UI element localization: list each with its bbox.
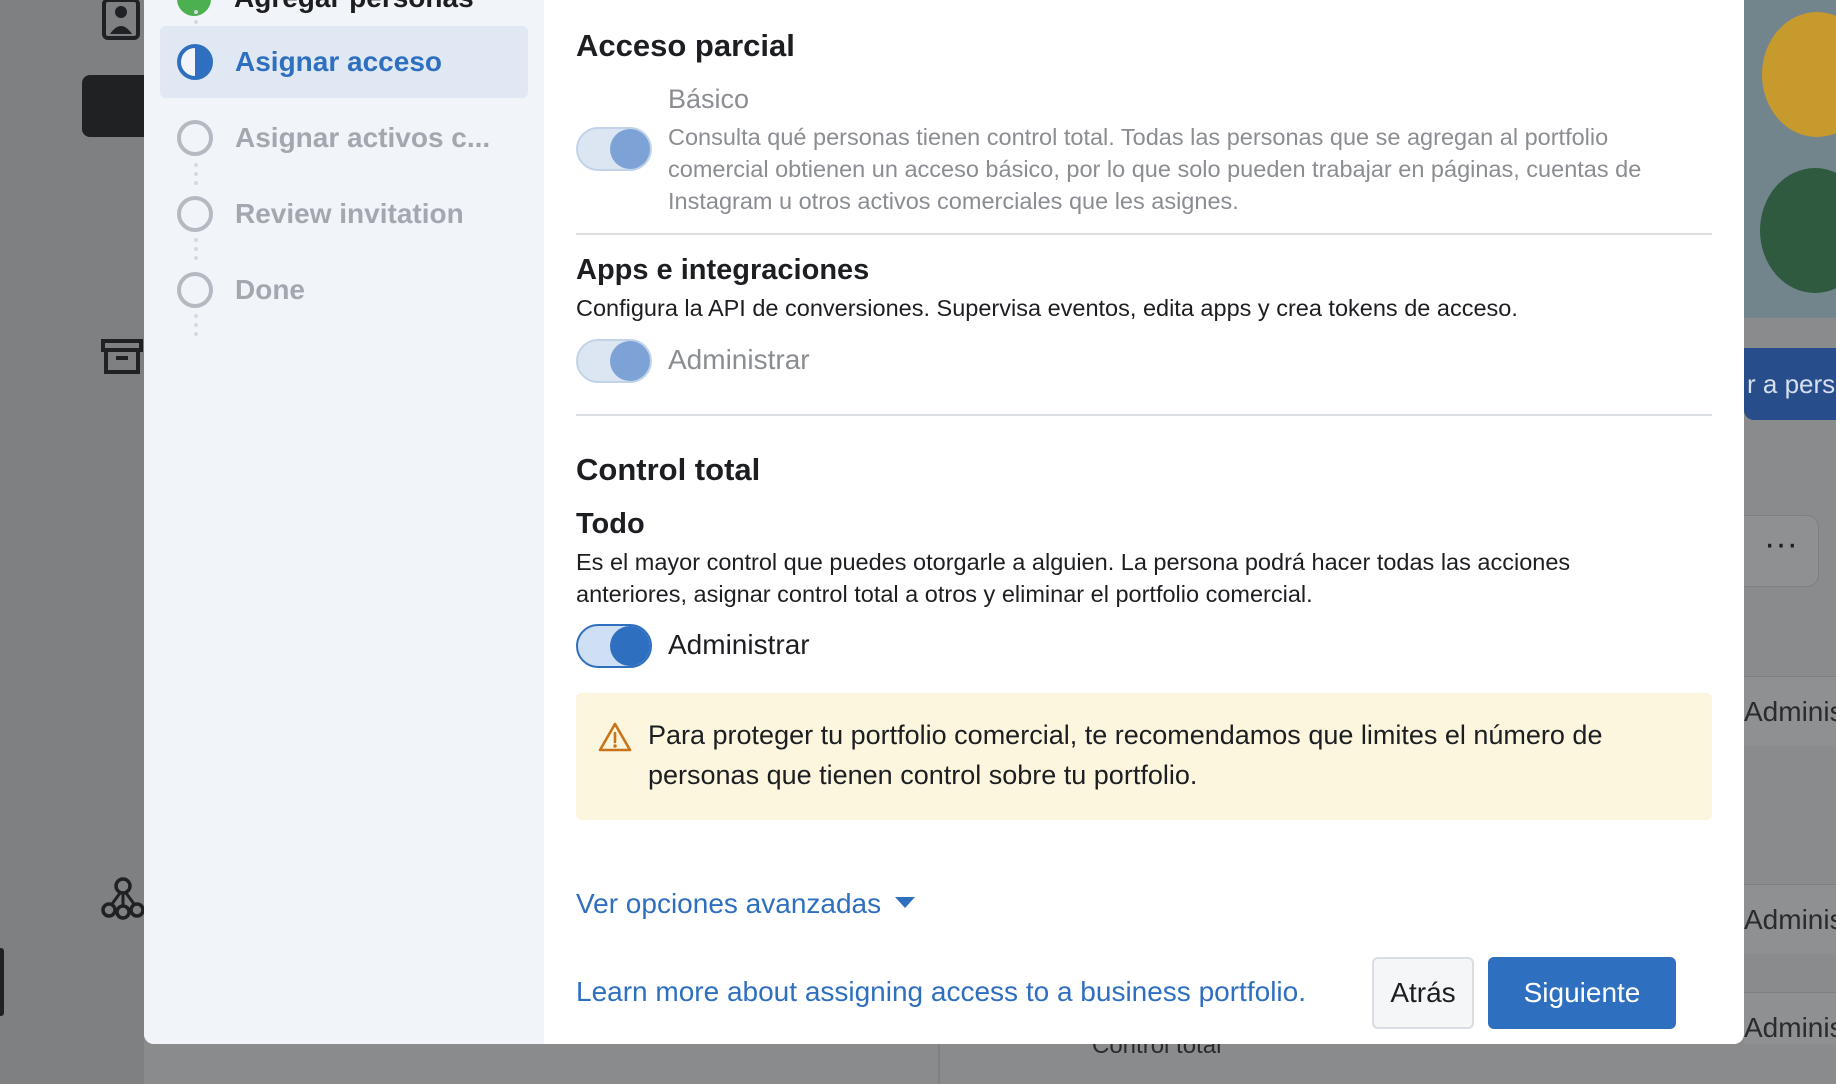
- full-control-description: Es el mayor control que puedes otorgarle…: [576, 549, 1571, 607]
- background-row-role: Adminis: [1744, 676, 1836, 746]
- step-pending-icon: [177, 120, 213, 156]
- apps-integrations-toggle: [576, 339, 652, 383]
- background-add-person-button: r a pers: [1744, 348, 1836, 420]
- step-connector: [194, 10, 202, 24]
- basic-access-toggle: [576, 127, 652, 171]
- step-label: Asignar activos c...: [235, 122, 491, 153]
- warning-icon: [598, 722, 632, 752]
- advanced-options-label: Ver opciones avanzadas: [576, 888, 882, 919]
- contacts-icon: [102, 0, 140, 40]
- step-completed-label: Agregar personas: [234, 0, 474, 14]
- step-in-progress-icon: [177, 44, 213, 80]
- step-review-invitation[interactable]: Review invitation: [160, 178, 528, 250]
- background-more-button: ···: [1744, 515, 1819, 587]
- background-row-role: Adminis: [1744, 992, 1836, 1044]
- step-label: Asignar acceso: [235, 46, 442, 77]
- step-done[interactable]: Done: [160, 254, 528, 326]
- background-nav-highlight: [82, 75, 144, 137]
- apps-integrations-toggle-label: Administrar: [668, 344, 810, 375]
- full-control-warning: Para proteger tu portfolio comercial, te…: [576, 693, 1712, 820]
- apps-integrations-description: Configura la API de conversiones. Superv…: [576, 295, 1518, 321]
- advanced-options-link[interactable]: Ver opciones avanzadas: [576, 888, 916, 920]
- background-nav-edge: [0, 948, 4, 1016]
- archive-icon: [101, 339, 143, 374]
- section-divider: [576, 233, 1712, 235]
- partial-access-heading: Acceso parcial: [576, 28, 795, 63]
- basic-access-description: Consulta qué personas tienen control tot…: [668, 124, 1642, 214]
- background-left-nav: [0, 0, 144, 1084]
- step-assign-access[interactable]: Asignar acceso: [160, 26, 528, 98]
- back-button[interactable]: Atrás: [1372, 957, 1474, 1029]
- apps-integrations-title: Apps e integraciones: [576, 254, 870, 286]
- toggle-knob: [610, 341, 650, 381]
- step-pending-icon: [177, 272, 213, 308]
- step-label: Review invitation: [235, 198, 464, 229]
- section-divider: [576, 414, 1712, 416]
- stepper-sidebar: Agregar personas Asignar acceso Asignar …: [144, 0, 544, 1044]
- full-control-all-title: Todo: [576, 508, 645, 540]
- full-control-toggle[interactable]: [576, 624, 652, 668]
- background-divider: [938, 1044, 940, 1084]
- step-label: Done: [235, 274, 305, 305]
- next-button[interactable]: Siguiente: [1488, 957, 1676, 1029]
- network-icon: [101, 877, 145, 920]
- full-control-heading: Control total: [576, 452, 761, 487]
- background-bottom-strip: [144, 1044, 1744, 1084]
- learn-more-link[interactable]: Learn more about assigning access to a b…: [576, 976, 1306, 1008]
- caret-down-icon: [895, 897, 916, 909]
- toggle-knob: [610, 626, 650, 666]
- full-control-toggle-label: Administrar: [668, 629, 810, 660]
- basic-access-title: Básico: [668, 84, 750, 114]
- access-settings-panel: Acceso parcial Básico Consulta qué perso…: [576, 0, 1712, 1044]
- step-assign-assets[interactable]: Asignar activos c...: [160, 102, 528, 174]
- step-pending-icon: [177, 196, 213, 232]
- warning-text: Para proteger tu portfolio comercial, te…: [648, 720, 1603, 790]
- assign-access-dialog: Agregar personas Asignar acceso Asignar …: [144, 0, 1744, 1044]
- toggle-knob: [610, 129, 650, 169]
- background-row-role: Adminis: [1744, 884, 1836, 954]
